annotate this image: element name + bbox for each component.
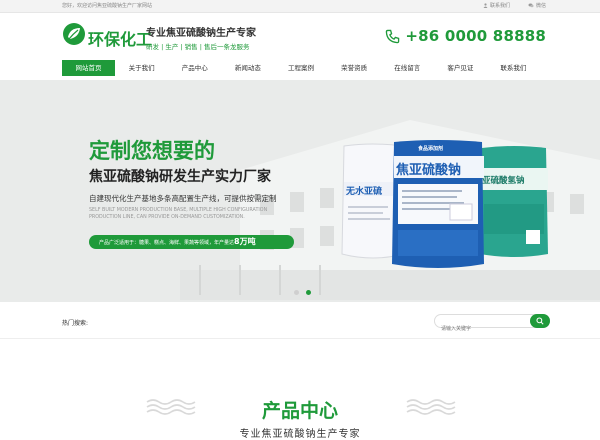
- logo-text[interactable]: 环保化工: [88, 26, 152, 50]
- phone-number: +86 0000 88888: [405, 27, 546, 45]
- logo-leaf-icon[interactable]: [62, 22, 86, 46]
- wechat-link-label: 微信: [535, 3, 546, 9]
- banner-headline: 定制您想要的: [89, 139, 215, 163]
- nav-item-honors[interactable]: 荣誉资质: [328, 60, 381, 76]
- contact-link[interactable]: 联系我们: [483, 2, 510, 9]
- main-nav: 网站首页 关于我们 产品中心 新闻动态 工程案例 荣誉资质 在线留言 客户见证 …: [62, 60, 540, 76]
- slogan-sub: 研发 | 生产 | 销售 | 售后一条龙服务: [146, 43, 250, 51]
- pill-value: 8万吨: [234, 237, 256, 246]
- banner-capacity-pill: 产品广泛适用于：糖果、糕点、海鲜、果蔬等领域，年产量达8万吨: [89, 235, 294, 249]
- nav-item-about[interactable]: 关于我们: [115, 60, 168, 76]
- search-box: [434, 314, 550, 335]
- nav-item-news[interactable]: 新闻动态: [221, 60, 274, 76]
- carousel-dots: [294, 290, 311, 295]
- wave-decoration-right-icon: [406, 399, 456, 415]
- carousel-dot-2[interactable]: [306, 290, 311, 295]
- search-button[interactable]: [530, 314, 550, 328]
- contact-link-label: 联系我们: [489, 3, 510, 9]
- bag-3-image: [480, 146, 548, 257]
- bag-2-top-label: 食品添加剂: [418, 146, 444, 152]
- wechat-icon: [528, 3, 534, 8]
- search-row: 热门搜索:: [0, 306, 600, 338]
- bag-2-label: 焦亚硫酸钠: [396, 163, 462, 178]
- nav-item-cases[interactable]: 工程案例: [274, 60, 327, 76]
- site-header: 环保化工 专业焦亚硫酸钠生产专家 研发 | 生产 | 销售 | 售后一条龙服务 …: [0, 13, 600, 60]
- banner-subline: 焦亚硫酸钠研发生产实力厂家: [89, 169, 271, 185]
- product-bag-3: 亚硫酸氢钠: [478, 144, 550, 260]
- section-divider: [0, 338, 600, 339]
- search-icon: [536, 317, 544, 325]
- search-input[interactable]: [435, 323, 523, 335]
- hot-search-label: 热门搜索:: [62, 320, 89, 327]
- bag-1-label: 无水亚硫: [346, 187, 383, 197]
- nav-item-message[interactable]: 在线留言: [381, 60, 434, 76]
- nav-item-testimonials[interactable]: 客户见证: [434, 60, 487, 76]
- nav-item-home[interactable]: 网站首页: [62, 60, 116, 76]
- banner-english-text: SELF BUILT MODERN PRODUCTION BASE, MULTI…: [89, 208, 268, 220]
- product-bag-2: 食品添加剂 焦亚硫酸钠: [388, 138, 488, 272]
- bag-3-label: 亚硫酸氢钠: [482, 176, 525, 186]
- slogan-main: 专业焦亚硫酸钠生产专家: [146, 28, 256, 39]
- header-phone: +86 0000 88888: [385, 27, 546, 45]
- top-links: 联系我们 微信: [483, 2, 546, 9]
- welcome-text: 您好，欢迎访问焦亚硫酸钠生产厂家网站: [62, 3, 153, 9]
- hero-banner[interactable]: 定制您想要的 焦亚硫酸钠研发生产实力厂家 自建现代化生产基地多条高配置生产线，可…: [0, 80, 600, 302]
- header-slogan: 专业焦亚硫酸钠生产专家 研发 | 生产 | 销售 | 售后一条龙服务: [146, 24, 256, 51]
- products-section-subtitle: 专业焦亚硫酸钠生产专家: [239, 429, 361, 440]
- phone-icon: [386, 29, 400, 43]
- products-section-title: 产品中心: [261, 400, 338, 422]
- carousel-dot-1[interactable]: [294, 290, 299, 295]
- pill-text: 产品广泛适用于：糖果、糕点、海鲜、果蔬等领域，年产量达: [99, 240, 235, 246]
- nav-item-contact[interactable]: 联系我们: [487, 60, 540, 76]
- banner-description: 自建现代化生产基地多条高配置生产线，可提供按需定制: [89, 194, 277, 203]
- wechat-link[interactable]: 微信: [528, 2, 546, 9]
- top-strip: 您好，欢迎访问焦亚硫酸钠生产厂家网站 联系我们 微信: [0, 0, 600, 13]
- nav-item-products[interactable]: 产品中心: [168, 60, 221, 76]
- user-icon: [483, 3, 488, 8]
